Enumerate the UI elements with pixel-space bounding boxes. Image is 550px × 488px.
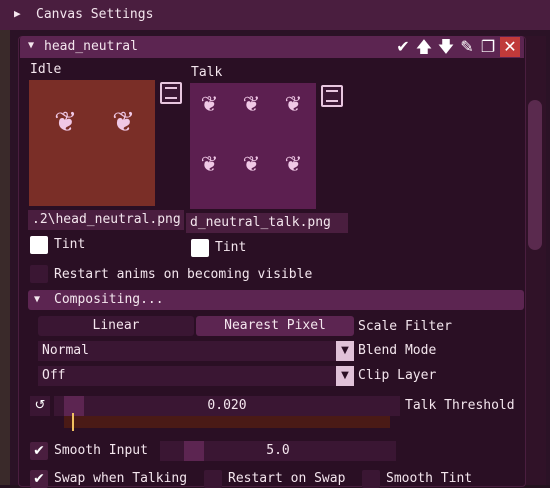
arrow-up-icon[interactable]: 🡅 — [414, 37, 434, 57]
check-icon[interactable]: ✔ — [393, 37, 413, 57]
layer-name: head_neutral — [44, 39, 138, 54]
audio-level-bar — [64, 416, 390, 428]
talk-threshold-grab[interactable] — [64, 396, 84, 416]
idle-path-field[interactable]: .2\head_neutral.png — [28, 210, 184, 230]
film-icon[interactable] — [321, 85, 343, 107]
talk-threshold-label: Talk Threshold — [405, 398, 515, 413]
clip-layer-label: Clip Layer — [358, 368, 437, 383]
smooth-tint-checkbox[interactable] — [362, 470, 380, 488]
clip-layer-value: Off — [42, 368, 66, 383]
sprite-frame: ❦ — [54, 100, 76, 140]
pencil-icon[interactable]: ✎ — [457, 37, 477, 57]
triangle-right-icon: ▶ — [14, 7, 21, 20]
idle-label: Idle — [30, 62, 62, 77]
compositing-title: Compositing... — [54, 292, 164, 307]
sprite-frame: ❦ — [285, 148, 301, 178]
talk-preview[interactable]: ❦ ❦ ❦ ❦ ❦ ❦ — [190, 83, 316, 209]
restart-anims-checkbox[interactable] — [30, 265, 48, 283]
swap-when-talking-label: Swap when Talking — [54, 471, 188, 486]
scale-filter-linear[interactable]: Linear — [38, 316, 194, 336]
scale-filter-label: Scale Filter — [358, 319, 452, 334]
copy-icon[interactable]: ❐ — [478, 37, 498, 57]
smooth-input-grab[interactable] — [184, 441, 204, 461]
talk-label: Talk — [191, 65, 223, 80]
canvas-settings-header[interactable]: ▶ Canvas Settings — [0, 0, 550, 31]
blend-mode-dropdown[interactable]: Normal ▼ — [38, 341, 354, 361]
talk-tint-swatch[interactable] — [191, 239, 209, 257]
compositing-header[interactable]: ▼ Compositing... — [28, 290, 524, 310]
triangle-down-icon: ▼ — [28, 40, 35, 51]
restart-on-swap-label: Restart on Swap — [228, 471, 346, 486]
reset-icon[interactable]: ↺ — [30, 396, 50, 416]
talk-path-field[interactable]: d_neutral_talk.png — [186, 213, 348, 233]
film-icon[interactable] — [160, 82, 182, 104]
idle-preview[interactable]: ❦ ❦ — [29, 80, 155, 206]
canvas-settings-title: Canvas Settings — [36, 7, 154, 22]
restart-anims-label: Restart anims on becoming visible — [54, 267, 313, 282]
talk-threshold-value: 0.020 — [207, 398, 247, 413]
sprite-frame: ❦ — [243, 148, 259, 178]
smooth-input-label: Smooth Input — [54, 443, 148, 458]
arrow-down-icon[interactable]: 🡇 — [436, 37, 456, 57]
blend-mode-value: Normal — [42, 343, 89, 358]
talk-tint-label: Tint — [215, 240, 247, 255]
chevron-down-icon: ▼ — [336, 341, 354, 361]
talk-threshold-slider[interactable]: 0.020 — [54, 396, 400, 416]
chevron-down-icon: ▼ — [336, 366, 354, 386]
sprite-frame: ❦ — [201, 148, 217, 178]
close-icon[interactable]: ✕ — [500, 37, 520, 57]
threshold-marker — [72, 413, 74, 431]
idle-tint-label: Tint — [54, 237, 86, 252]
sprite-frame: ❦ — [285, 88, 301, 118]
sprite-frame: ❦ — [201, 88, 217, 118]
swap-when-talking-checkbox[interactable]: ✔ — [30, 470, 48, 488]
blend-mode-label: Blend Mode — [358, 343, 437, 358]
idle-tint-swatch[interactable] — [30, 236, 48, 254]
scale-filter-nearest[interactable]: Nearest Pixel — [196, 316, 354, 336]
restart-on-swap-checkbox[interactable] — [204, 470, 222, 488]
triangle-down-icon: ▼ — [34, 294, 41, 305]
clip-layer-dropdown[interactable]: Off ▼ — [38, 366, 354, 386]
sprite-frame: ❦ — [243, 88, 259, 118]
smooth-tint-label: Smooth Tint — [386, 471, 473, 486]
left-edge — [0, 30, 10, 485]
scrollbar-thumb[interactable] — [528, 100, 542, 250]
sprite-frame: ❦ — [112, 100, 134, 140]
smooth-input-value: 5.0 — [266, 443, 290, 458]
smooth-input-checkbox[interactable]: ✔ — [30, 442, 48, 460]
